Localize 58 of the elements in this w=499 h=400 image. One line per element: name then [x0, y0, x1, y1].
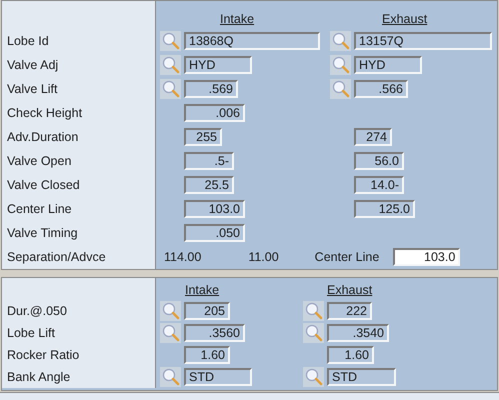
- input-field[interactable]: 205: [184, 302, 230, 320]
- input-field[interactable]: HYD: [354, 56, 422, 74]
- value-text: 11.00: [248, 250, 279, 264]
- search-icon[interactable]: [160, 55, 181, 75]
- input-field[interactable]: .006: [184, 104, 245, 122]
- input-field[interactable]: 222: [327, 302, 372, 320]
- field-label: Lobe Lift: [7, 326, 55, 340]
- column-header: Exhaust: [327, 283, 372, 297]
- field-label: Adv.Duration: [7, 130, 78, 144]
- input-field[interactable]: 25.5: [184, 176, 234, 194]
- input-field[interactable]: STD: [184, 368, 252, 386]
- input-field[interactable]: 103.0: [184, 200, 245, 218]
- field-label: Valve Adj: [7, 58, 58, 72]
- search-icon[interactable]: [303, 323, 324, 343]
- field-label: Valve Open: [7, 154, 72, 168]
- column-header: Intake: [185, 283, 220, 297]
- input-field[interactable]: 125.0: [354, 200, 415, 218]
- field-label: Valve Lift: [7, 82, 58, 96]
- field-label: Center Line: [314, 250, 380, 264]
- column-header: Intake: [220, 12, 254, 26]
- field-label: Valve Closed: [7, 178, 80, 192]
- field-label: Check Height: [7, 106, 82, 120]
- input-field[interactable]: 1.60: [184, 346, 230, 364]
- field-label: Valve Timing: [7, 226, 78, 240]
- input-field[interactable]: .050: [184, 224, 245, 242]
- input-field[interactable]: HYD: [184, 56, 252, 74]
- search-icon[interactable]: [330, 79, 351, 99]
- input-field[interactable]: 13868Q: [184, 32, 320, 50]
- input-field[interactable]: 14.0-: [354, 176, 404, 194]
- field-label: Rocker Ratio: [7, 348, 80, 362]
- search-icon[interactable]: [330, 55, 351, 75]
- input-field[interactable]: 274: [354, 128, 392, 146]
- input-field[interactable]: .3540: [327, 324, 389, 342]
- input-field[interactable]: 56.0: [354, 152, 404, 170]
- field-label: Lobe Id: [7, 34, 49, 48]
- search-icon[interactable]: [160, 79, 181, 99]
- column-header: Exhaust: [382, 12, 428, 26]
- search-icon[interactable]: [330, 31, 351, 51]
- search-icon[interactable]: [160, 31, 181, 51]
- input-field[interactable]: 103.0: [393, 248, 460, 266]
- input-field[interactable]: 255: [184, 128, 222, 146]
- search-icon[interactable]: [160, 301, 181, 321]
- input-field[interactable]: .5-: [184, 152, 234, 170]
- search-icon[interactable]: [160, 367, 181, 387]
- search-icon[interactable]: [303, 301, 324, 321]
- field-label: Center Line: [7, 202, 72, 216]
- search-icon[interactable]: [303, 367, 324, 387]
- input-field[interactable]: 1.60: [327, 346, 374, 364]
- input-field[interactable]: 13157Q: [354, 32, 492, 50]
- input-field[interactable]: .3560: [184, 324, 245, 342]
- field-label: Bank Angle: [7, 370, 70, 384]
- input-field[interactable]: STD: [327, 368, 396, 386]
- input-field[interactable]: .566: [354, 80, 408, 98]
- field-label: Dur.@.050: [7, 304, 67, 318]
- value-text: 114.00: [164, 250, 202, 264]
- search-icon[interactable]: [160, 323, 181, 343]
- field-label: Separation/Advce: [7, 250, 106, 264]
- input-field[interactable]: .569: [184, 80, 238, 98]
